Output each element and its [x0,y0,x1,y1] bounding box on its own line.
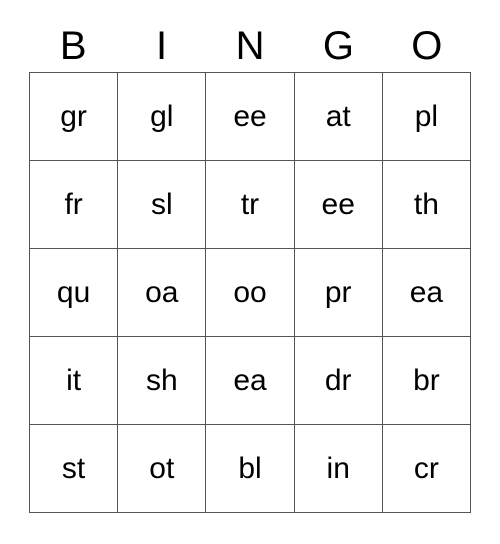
bingo-header-b: B [59,24,87,68]
bingo-cell-o1[interactable]: pl [382,73,472,161]
bingo-cell-i3[interactable]: oa [118,249,207,337]
bingo-cell-i2[interactable]: sl [118,161,207,249]
bingo-cell-o3[interactable]: ea [382,249,472,337]
bingo-card: B I N G O gr gl ee at pl fr sl tr ee th … [29,20,472,513]
table-row: st ot bl in cr [30,425,472,513]
bingo-cell-g5[interactable]: in [294,425,383,513]
bingo-header-row: B I N G O [29,20,471,72]
bingo-cell-n1[interactable]: ee [206,73,295,161]
bingo-cell-o5[interactable]: cr [382,425,472,513]
bingo-cell-n2[interactable]: tr [206,161,295,249]
bingo-header-i: I [156,24,168,68]
bingo-cell-n5[interactable]: bl [206,425,295,513]
bingo-cell-g1[interactable]: at [294,73,383,161]
bingo-cell-g3[interactable]: pr [294,249,383,337]
bingo-cell-i5[interactable]: ot [118,425,207,513]
bingo-header-n: N [235,24,265,68]
bingo-cell-i1[interactable]: gl [118,73,207,161]
bingo-cell-b5[interactable]: st [30,425,119,513]
bingo-cell-o2[interactable]: th [382,161,472,249]
table-row: it sh ea dr br [30,337,472,425]
bingo-cell-b4[interactable]: it [30,337,119,425]
bingo-cell-o4[interactable]: br [382,337,472,425]
bingo-cell-b2[interactable]: fr [30,161,119,249]
table-row: gr gl ee at pl [30,73,472,161]
bingo-cell-g4[interactable]: dr [294,337,383,425]
table-row: qu oa oo pr ea [30,249,472,337]
bingo-header-g: G [322,24,354,68]
bingo-grid: gr gl ee at pl fr sl tr ee th qu oa oo p… [29,72,472,513]
bingo-cell-b3[interactable]: qu [30,249,119,337]
bingo-header-o: O [411,24,443,68]
table-row: fr sl tr ee th [30,161,472,249]
bingo-cell-i4[interactable]: sh [118,337,207,425]
bingo-cell-n3[interactable]: oo [206,249,295,337]
bingo-cell-n4[interactable]: ea [206,337,295,425]
bingo-cell-b1[interactable]: gr [30,73,119,161]
bingo-cell-g2[interactable]: ee [294,161,383,249]
